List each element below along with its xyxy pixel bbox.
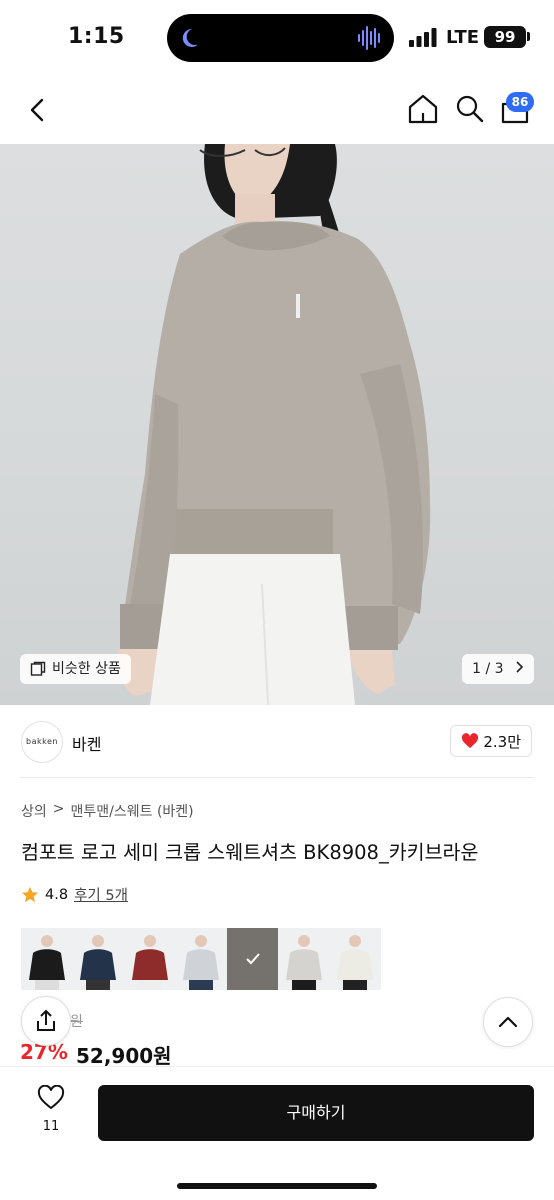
back-icon[interactable] — [24, 94, 52, 126]
bottom-bar: 11 구매하기 — [0, 1066, 554, 1200]
thumbnail-image — [183, 935, 220, 990]
color-option[interactable] — [329, 928, 381, 990]
product-title: 컴포트 로고 세미 크롭 스웨트셔츠 BK8908_카키브라운 — [21, 841, 479, 864]
nav-bar — [0, 78, 554, 144]
similar-products-label: 비슷한 상품 — [52, 661, 121, 677]
color-option-selected[interactable] — [226, 928, 278, 990]
color-option[interactable] — [21, 928, 73, 990]
cart-count-badge: 86 — [506, 92, 534, 112]
battery-indicator: 99 — [484, 26, 526, 48]
color-thumbnails — [21, 928, 381, 990]
home-icon[interactable] — [406, 92, 440, 126]
image-pager-label: 1 / 3 — [472, 661, 504, 677]
heart-outline-icon — [37, 1084, 65, 1110]
home-indicator — [177, 1183, 377, 1189]
checkmark-icon — [245, 953, 260, 965]
image-pager[interactable]: 1 / 3 — [462, 654, 534, 684]
color-option[interactable] — [175, 928, 227, 990]
wishlist-button[interactable]: 11 — [30, 1084, 72, 1134]
color-option[interactable] — [72, 928, 124, 990]
thumbnail-image — [131, 935, 168, 990]
color-option[interactable] — [277, 928, 330, 990]
brand-name[interactable]: 바켄 — [72, 731, 101, 755]
heart-filled-icon — [462, 733, 479, 748]
thumbnail-image — [337, 935, 374, 990]
status-bar: 1:15 LTE 99 — [0, 0, 554, 78]
similar-products-icon — [30, 661, 46, 676]
battery-tip — [527, 32, 530, 41]
star-icon — [21, 886, 39, 902]
color-option[interactable] — [123, 928, 176, 990]
scroll-top-button[interactable] — [483, 997, 533, 1047]
status-time: 1:15 — [68, 24, 125, 49]
breadcrumb-subcategory[interactable]: 맨투맨/스웨트 (바켄) — [71, 801, 194, 821]
dynamic-island — [167, 14, 394, 62]
chevron-right-icon — [516, 661, 524, 673]
share-icon — [37, 1009, 55, 1031]
divider — [20, 777, 534, 778]
buy-button[interactable]: 구매하기 — [98, 1085, 534, 1141]
similar-products-button[interactable]: 비슷한 상품 — [20, 654, 131, 684]
original-price: 원 — [70, 1014, 83, 1030]
brand-like-button[interactable]: 2.3만 — [450, 725, 532, 757]
wishlist-count: 11 — [42, 1119, 60, 1134]
sale-price: 52,900원 — [76, 1044, 172, 1068]
brand-row[interactable]: bakken 바켄 2.3만 — [0, 705, 554, 777]
search-icon[interactable] — [454, 93, 486, 125]
rating-score: 4.8 — [45, 886, 69, 903]
brand-like-count: 2.3만 — [483, 732, 521, 751]
signal-icon — [409, 28, 437, 47]
share-button[interactable] — [21, 996, 71, 1046]
thumbnail-image — [80, 935, 117, 990]
audio-wave-icon — [358, 26, 380, 50]
breadcrumb-separator: > — [52, 801, 65, 817]
breadcrumb-category[interactable]: 상의 — [21, 801, 47, 821]
network-type: LTE — [446, 27, 480, 48]
rating-row: 4.8 후기 5개 — [21, 884, 128, 905]
brand-logo[interactable]: bakken — [21, 721, 63, 763]
breadcrumb: 상의 > 맨투맨/스웨트 (바켄) — [21, 801, 194, 821]
moon-icon — [182, 28, 198, 47]
review-link[interactable]: 후기 5개 — [74, 884, 128, 905]
thumbnail-image — [29, 935, 65, 990]
chevron-up-icon — [498, 1016, 518, 1028]
product-image[interactable]: 비슷한 상품 1 / 3 — [0, 144, 554, 705]
thumbnail-image — [285, 935, 322, 990]
model-illustration — [117, 144, 431, 705]
